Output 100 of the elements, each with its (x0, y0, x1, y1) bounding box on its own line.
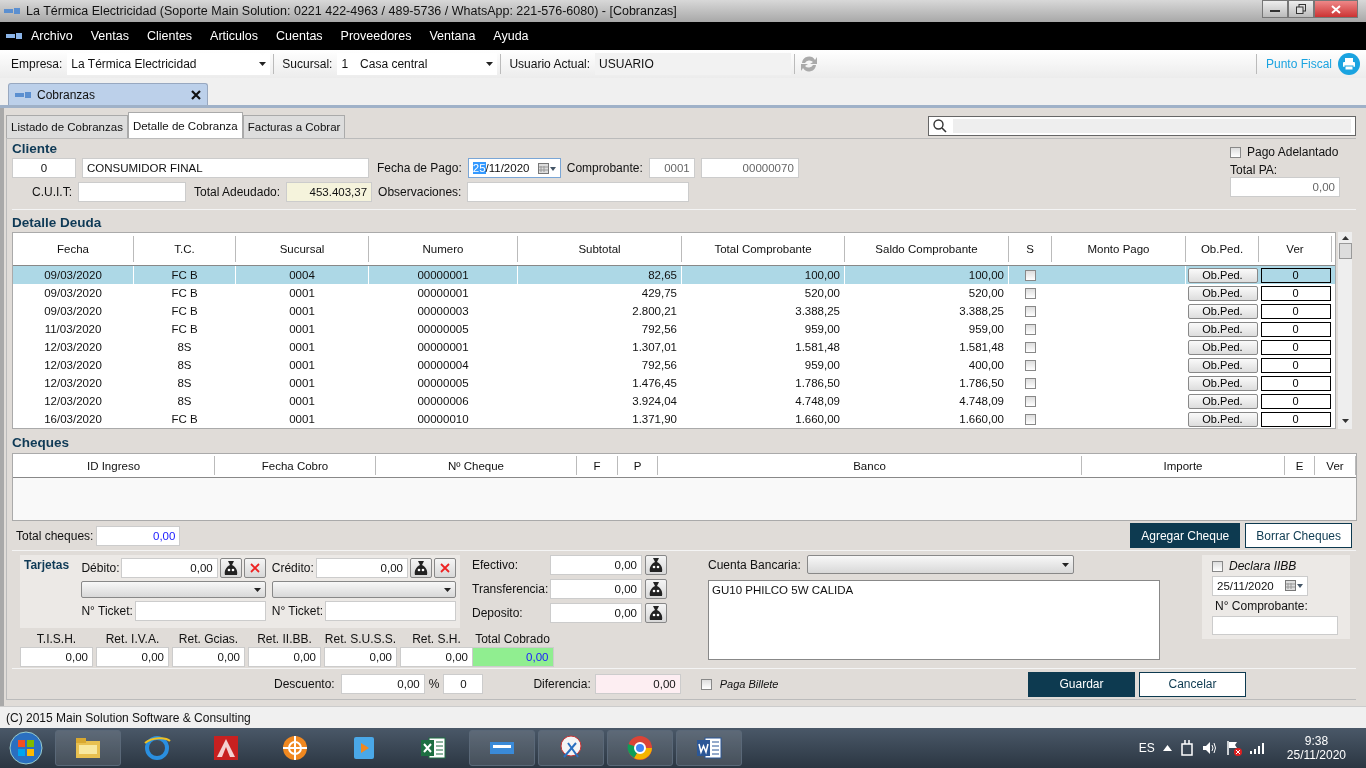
amount-field[interactable]: 0,00 (550, 555, 642, 575)
table-row[interactable]: 11/03/2020 FC B 0001 00000005 792,56 959,00 959,00 Ob.Ped. 0 (13, 320, 1335, 338)
column-header[interactable]: Banco (658, 456, 1082, 475)
taskbar-button[interactable] (469, 730, 535, 766)
tab[interactable]: Detalle de Cobranza (127, 112, 243, 138)
taskbar-button[interactable] (538, 730, 604, 766)
search-field[interactable] (928, 116, 1356, 136)
scrollbar[interactable] (1338, 232, 1352, 429)
column-header[interactable]: S (1009, 236, 1052, 262)
money-bag-button[interactable] (645, 603, 667, 623)
money-bag-button[interactable] (410, 558, 432, 578)
cuit-field[interactable] (78, 182, 186, 202)
column-header[interactable]: Monto Pago (1052, 236, 1186, 262)
column-header[interactable]: Saldo Comprobante (845, 236, 1009, 262)
voucher-field[interactable] (1212, 615, 1338, 635)
view-button[interactable]: 0 (1260, 339, 1331, 355)
money-bag-button[interactable] (219, 558, 242, 578)
notes-button[interactable]: Ob.Ped. (1187, 393, 1258, 409)
column-header[interactable]: Total Comprobante (682, 236, 845, 262)
column-header[interactable]: F (577, 456, 618, 475)
close-button[interactable] (1314, 0, 1358, 18)
column-header[interactable]: Ver (1259, 236, 1332, 262)
column-header[interactable]: Fecha Cobro (215, 456, 376, 475)
client-code-field[interactable]: 0 (12, 158, 76, 178)
checkbox[interactable] (1212, 560, 1223, 572)
table-row[interactable]: 12/03/2020 8S 0001 00000006 3.924,04 4.748,09 4.748,09 Ob.Ped. 0 (13, 392, 1335, 410)
observations-field[interactable] (467, 182, 690, 202)
table-row[interactable]: 12/03/2020 8S 0001 00000004 792,56 959,00 400,00 Ob.Ped. 0 (13, 356, 1335, 374)
menu-item[interactable]: Archivo (22, 29, 82, 43)
total-owed-field[interactable]: 453.403,37 (286, 182, 373, 202)
total-field[interactable]: 0,00 (471, 647, 554, 667)
table-row[interactable]: 12/03/2020 8S 0001 00000005 1.476,45 1.786,50 1.786,50 Ob.Ped. 0 (13, 374, 1335, 392)
table-row[interactable]: 09/03/2020 FC B 0001 00000001 429,75 520,00 520,00 Ob.Ped. 0 (13, 284, 1335, 302)
checkbox[interactable] (1025, 305, 1036, 317)
percent-field[interactable]: 0 (443, 674, 484, 694)
amount-field[interactable]: 0,00 (121, 558, 218, 578)
money-bag-button[interactable] (645, 555, 667, 575)
view-button[interactable]: 0 (1260, 393, 1331, 409)
checkbox[interactable] (700, 678, 712, 690)
maximize-button[interactable] (1288, 0, 1314, 18)
notes-button[interactable]: Ob.Ped. (1187, 411, 1258, 427)
notes-button[interactable]: Ob.Ped. (1187, 285, 1258, 301)
view-button[interactable]: 0 (1260, 375, 1331, 391)
amount-field[interactable]: 0,00 (96, 647, 169, 667)
speaker-icon[interactable] (1201, 741, 1218, 755)
client-name-field[interactable]: CONSUMIDOR FINAL (82, 158, 369, 178)
view-button[interactable]: 0 (1260, 303, 1331, 319)
column-header[interactable]: T.C. (134, 236, 236, 262)
total-pa-field[interactable]: 0,00 (1230, 177, 1340, 197)
point-of-sale-field[interactable]: 0001 (648, 158, 695, 178)
company-dropdown[interactable]: La Térmica Electricidad (67, 53, 271, 75)
discount-field[interactable]: 0,00 (340, 674, 425, 694)
ticket-field[interactable] (134, 601, 266, 621)
flag-icon[interactable] (1225, 740, 1242, 756)
menu-item[interactable]: Cuentas (267, 29, 332, 43)
checkbox[interactable] (1025, 287, 1036, 299)
money-bag-button[interactable] (645, 579, 667, 599)
table-row[interactable]: 12/03/2020 8S 0001 00000001 1.307,01 1.581,48 1.581,48 Ob.Ped. 0 (13, 338, 1335, 356)
amount-field[interactable]: 0,00 (248, 647, 321, 667)
menu-item[interactable]: Ayuda (484, 29, 538, 43)
checkbox[interactable] (1025, 413, 1036, 425)
amount-field[interactable]: 0,00 (400, 647, 473, 667)
column-header[interactable]: Nº Cheque (376, 456, 577, 475)
notes-button[interactable]: Ob.Ped. (1187, 357, 1258, 373)
checkbox[interactable] (1025, 395, 1036, 407)
amount-field[interactable]: 0,00 (20, 647, 93, 667)
notes-button[interactable]: Ob.Ped. (1187, 303, 1258, 319)
amount-field[interactable]: 0,00 (324, 647, 397, 667)
taskbar-button[interactable] (607, 730, 673, 766)
tab[interactable]: Listado de Cobranzas (6, 115, 128, 138)
amount-field[interactable]: 0,00 (172, 647, 245, 667)
column-header[interactable]: Importe (1082, 456, 1285, 475)
clear-button[interactable] (243, 558, 266, 578)
total-cheques-field[interactable]: 0,00 (96, 525, 181, 546)
start-button-icon[interactable] (9, 731, 43, 765)
checkbox[interactable] (1025, 359, 1036, 371)
column-header[interactable]: Subtotal (518, 236, 682, 262)
scrollbar-thumb[interactable] (1338, 243, 1352, 259)
notes-button[interactable]: Ob.Ped. (1187, 321, 1258, 337)
checkbox[interactable] (1025, 377, 1036, 389)
checkbox[interactable] (1025, 341, 1036, 353)
column-header[interactable]: ID Ingreso (13, 456, 215, 475)
table-row[interactable]: 16/03/2020 FC B 0001 00000010 1.371,90 1.660,00 1.660,00 Ob.Ped. 0 (13, 410, 1335, 428)
view-button[interactable]: 0 (1260, 321, 1331, 337)
view-button[interactable]: 0 (1260, 285, 1331, 301)
difference-field[interactable]: 0,00 (594, 674, 681, 694)
column-header[interactable]: Ob.Ped. (1186, 236, 1259, 262)
cancel-button[interactable]: Cancelar (1139, 671, 1246, 697)
signal-icon[interactable] (1249, 742, 1265, 754)
column-header[interactable]: E (1285, 456, 1315, 475)
checkbox[interactable] (1025, 323, 1036, 335)
power-icon[interactable] (1179, 740, 1194, 756)
column-header[interactable]: Sucursal (236, 236, 369, 262)
amount-field[interactable]: 0,00 (550, 579, 642, 599)
voucher-number-field[interactable]: 00000070 (700, 158, 799, 178)
document-tab[interactable]: Cobranzas (8, 83, 208, 105)
taskbar-button[interactable] (676, 730, 742, 766)
delete-cheques-button[interactable]: Borrar Cheques (1245, 523, 1352, 548)
taskbar-button[interactable] (55, 730, 121, 766)
branch-dropdown[interactable]: 1 Casa central (337, 53, 498, 75)
